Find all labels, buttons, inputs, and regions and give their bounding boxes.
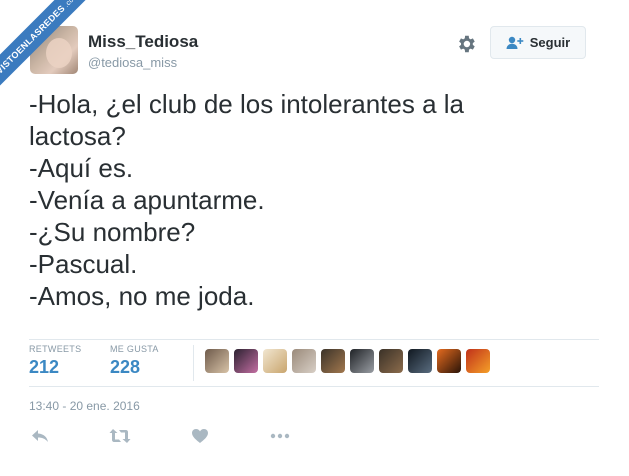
tweet-line: -Venía a apuntarme. <box>29 185 265 215</box>
retweet-icon[interactable] <box>109 428 131 444</box>
follow-label: Seguir <box>529 35 571 50</box>
liker-avatar[interactable] <box>292 349 316 373</box>
liker-avatar[interactable] <box>205 349 229 373</box>
more-icon[interactable] <box>269 428 291 444</box>
retweets-label: RETWEETS <box>29 344 82 354</box>
follow-button[interactable]: Seguir <box>490 26 586 59</box>
display-name[interactable]: Miss_Tediosa <box>88 32 198 52</box>
liker-avatar[interactable] <box>350 349 374 373</box>
tweet-line: -¿Su nombre? <box>29 217 196 247</box>
liker-avatars <box>205 349 490 373</box>
likes-stat[interactable]: ME GUSTA 228 <box>110 344 159 378</box>
tweet-line: -Hola, ¿el club de los intolerantes a la <box>29 89 465 119</box>
watermark-suffix: .com <box>63 0 80 9</box>
add-user-icon <box>506 36 524 49</box>
retweets-count: 212 <box>29 357 60 377</box>
heart-icon[interactable] <box>191 428 209 444</box>
stats-separator <box>193 345 194 381</box>
tweet-line: lactosa? <box>29 121 126 151</box>
tweet-line: -Pascual. <box>29 249 138 279</box>
gear-icon[interactable] <box>455 33 477 55</box>
tweet-actions <box>29 428 329 448</box>
divider <box>29 339 599 340</box>
liker-avatar[interactable] <box>263 349 287 373</box>
divider <box>29 386 599 387</box>
retweets-stat[interactable]: RETWEETS 212 <box>29 344 81 378</box>
liker-avatar[interactable] <box>234 349 258 373</box>
liker-avatar[interactable] <box>466 349 490 373</box>
tweet-text: -Hola, ¿el club de los intolerantes a la… <box>29 88 589 312</box>
liker-avatar[interactable] <box>408 349 432 373</box>
likes-label: ME GUSTA <box>110 344 159 354</box>
reply-icon[interactable] <box>31 428 49 444</box>
user-handle[interactable]: @tediosa_miss <box>88 55 177 70</box>
liker-avatar[interactable] <box>437 349 461 373</box>
tweet-line: -Amos, no me joda. <box>29 281 255 311</box>
tweet-line: -Aquí es. <box>29 153 134 183</box>
likes-count: 228 <box>110 357 141 377</box>
liker-avatar[interactable] <box>379 349 403 373</box>
liker-avatar[interactable] <box>321 349 345 373</box>
tweet-timestamp[interactable]: 13:40 - 20 ene. 2016 <box>29 399 140 413</box>
